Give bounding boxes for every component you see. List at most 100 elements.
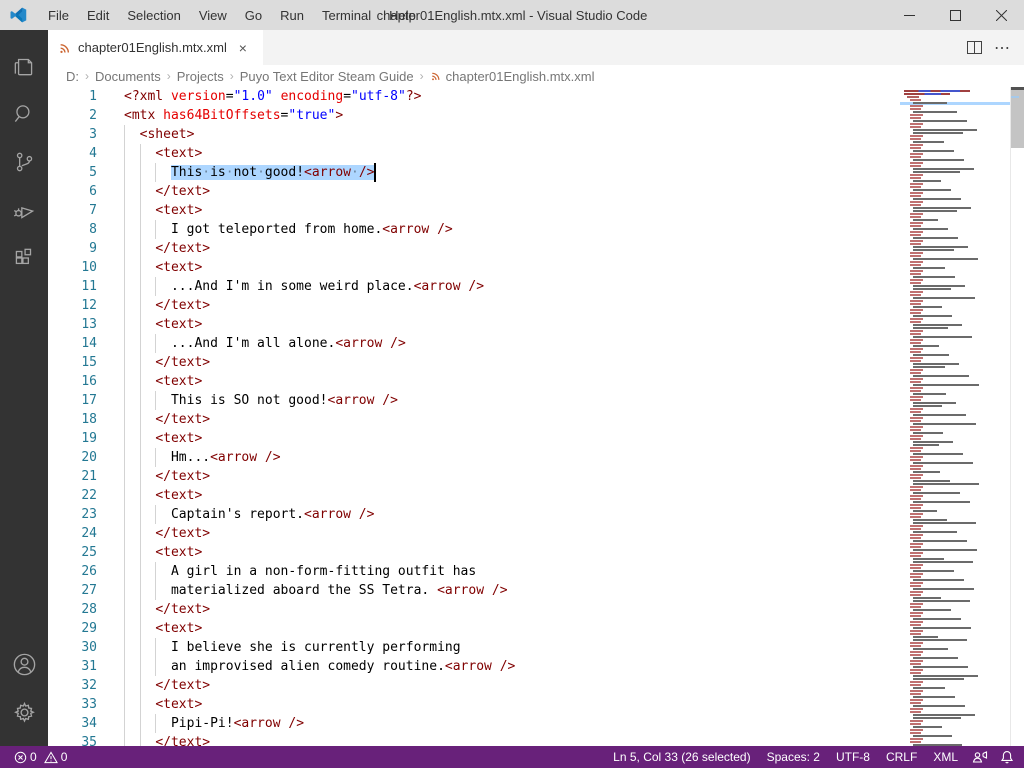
line-number[interactable]: 4 <box>48 144 124 163</box>
code-line[interactable]: 11 ...And I'm in some weird place.<arrow… <box>48 277 900 296</box>
code-line[interactable]: 18 </text> <box>48 410 900 429</box>
code-line[interactable]: 13 <text> <box>48 315 900 334</box>
line-number[interactable]: 3 <box>48 125 124 144</box>
code-line[interactable]: 19 <text> <box>48 429 900 448</box>
code-line[interactable]: 31 an improvised alien comedy routine.<a… <box>48 657 900 676</box>
line-number[interactable]: 10 <box>48 258 124 277</box>
menu-terminal[interactable]: Terminal <box>313 0 380 30</box>
minimap[interactable] <box>900 87 1010 746</box>
menu-go[interactable]: Go <box>236 0 271 30</box>
code-line[interactable]: 32 </text> <box>48 676 900 695</box>
code-line[interactable]: 8 I got teleported from home.<arrow /> <box>48 220 900 239</box>
menu-file[interactable]: File <box>39 0 78 30</box>
tab-chapter01english[interactable]: chapter01English.mtx.xml × <box>48 30 264 65</box>
settings-gear-icon[interactable] <box>0 688 48 736</box>
line-number[interactable]: 11 <box>48 277 124 296</box>
code-line[interactable]: 16 <text> <box>48 372 900 391</box>
line-number[interactable]: 8 <box>48 220 124 239</box>
line-number[interactable]: 18 <box>48 410 124 429</box>
more-actions-button[interactable]: ⋯ <box>988 34 1016 62</box>
line-number[interactable]: 12 <box>48 296 124 315</box>
code-line[interactable]: 24 </text> <box>48 524 900 543</box>
line-number[interactable]: 29 <box>48 619 124 638</box>
line-number[interactable]: 19 <box>48 429 124 448</box>
code-line[interactable]: 15 </text> <box>48 353 900 372</box>
menu-view[interactable]: View <box>190 0 236 30</box>
source-control-icon[interactable] <box>0 138 48 186</box>
line-number[interactable]: 17 <box>48 391 124 410</box>
code-line[interactable]: 4 <text> <box>48 144 900 163</box>
line-number[interactable]: 21 <box>48 467 124 486</box>
line-number[interactable]: 26 <box>48 562 124 581</box>
code-line[interactable]: 2 <mtx has64BitOffsets="true"> <box>48 106 900 125</box>
line-number[interactable]: 34 <box>48 714 124 733</box>
line-number[interactable]: 13 <box>48 315 124 334</box>
line-number[interactable]: 7 <box>48 201 124 220</box>
line-number[interactable]: 24 <box>48 524 124 543</box>
menu-help[interactable]: Help <box>380 0 425 30</box>
code-line[interactable]: 26 A girl in a non-form-fitting outfit h… <box>48 562 900 581</box>
code-line[interactable]: 28 </text> <box>48 600 900 619</box>
line-number[interactable]: 28 <box>48 600 124 619</box>
indentation[interactable]: Spaces: 2 <box>759 750 828 764</box>
minimize-button[interactable] <box>886 0 932 30</box>
code-line[interactable]: 9 </text> <box>48 239 900 258</box>
line-number[interactable]: 33 <box>48 695 124 714</box>
code-line[interactable]: 1 <?xml version="1.0" encoding="utf-8"?> <box>48 87 900 106</box>
line-number[interactable]: 35 <box>48 733 124 746</box>
breadcrumb-item[interactable]: Documents <box>93 69 163 84</box>
code-line[interactable]: 35 </text> <box>48 733 900 746</box>
menu-edit[interactable]: Edit <box>78 0 118 30</box>
breadcrumb-file[interactable]: chapter01English.mtx.xml <box>428 69 597 84</box>
code-line[interactable]: 6 </text> <box>48 182 900 201</box>
code-line[interactable]: 27 materialized aboard the SS Tetra. <ar… <box>48 581 900 600</box>
notifications-button[interactable] <box>994 750 1024 764</box>
line-number[interactable]: 5 <box>48 163 124 182</box>
line-number[interactable]: 30 <box>48 638 124 657</box>
code-line[interactable]: 17 This is SO not good!<arrow /> <box>48 391 900 410</box>
code-line[interactable]: 12 </text> <box>48 296 900 315</box>
code-line[interactable]: 34 Pipi-Pi!<arrow /> <box>48 714 900 733</box>
line-number[interactable]: 9 <box>48 239 124 258</box>
code-line[interactable]: 20 Hm...<arrow /> <box>48 448 900 467</box>
line-number[interactable]: 2 <box>48 106 124 125</box>
menu-selection[interactable]: Selection <box>118 0 189 30</box>
run-debug-icon[interactable] <box>0 186 48 234</box>
breadcrumb-item[interactable]: Puyo Text Editor Steam Guide <box>238 69 416 84</box>
maximize-button[interactable] <box>932 0 978 30</box>
line-number[interactable]: 31 <box>48 657 124 676</box>
code-line[interactable]: 7 <text> <box>48 201 900 220</box>
split-editor-button[interactable] <box>960 34 988 62</box>
code-line[interactable]: 10 <text> <box>48 258 900 277</box>
problems-button[interactable]: 0 0 <box>10 750 71 764</box>
language-mode[interactable]: XML <box>925 750 966 764</box>
explorer-icon[interactable] <box>0 42 48 90</box>
code-line[interactable]: 29 <text> <box>48 619 900 638</box>
line-number[interactable]: 22 <box>48 486 124 505</box>
code-line[interactable]: 21 </text> <box>48 467 900 486</box>
scrollbar-thumb[interactable] <box>1011 90 1024 148</box>
encoding[interactable]: UTF-8 <box>828 750 878 764</box>
search-icon[interactable] <box>0 90 48 138</box>
code-line[interactable]: 33 <text> <box>48 695 900 714</box>
code-line[interactable]: 22 <text> <box>48 486 900 505</box>
accounts-icon[interactable] <box>0 640 48 688</box>
line-number[interactable]: 15 <box>48 353 124 372</box>
line-number[interactable]: 6 <box>48 182 124 201</box>
feedback-button[interactable] <box>966 750 994 764</box>
close-button[interactable] <box>978 0 1024 30</box>
code-line[interactable]: 25 <text> <box>48 543 900 562</box>
tab-close-icon[interactable]: × <box>233 38 253 58</box>
line-number[interactable]: 20 <box>48 448 124 467</box>
end-of-line[interactable]: CRLF <box>878 750 925 764</box>
line-number[interactable]: 14 <box>48 334 124 353</box>
line-number[interactable]: 16 <box>48 372 124 391</box>
code-line[interactable]: 14 ...And I'm all alone.<arrow /> <box>48 334 900 353</box>
line-number[interactable]: 32 <box>48 676 124 695</box>
line-number[interactable]: 27 <box>48 581 124 600</box>
cursor-position[interactable]: Ln 5, Col 33 (26 selected) <box>605 750 758 764</box>
code-line[interactable]: 30 I believe she is currently performing <box>48 638 900 657</box>
code-line[interactable]: 23 Captain's report.<arrow /> <box>48 505 900 524</box>
code-line[interactable]: 3 <sheet> <box>48 125 900 144</box>
breadcrumb-item[interactable]: D: <box>64 69 81 84</box>
